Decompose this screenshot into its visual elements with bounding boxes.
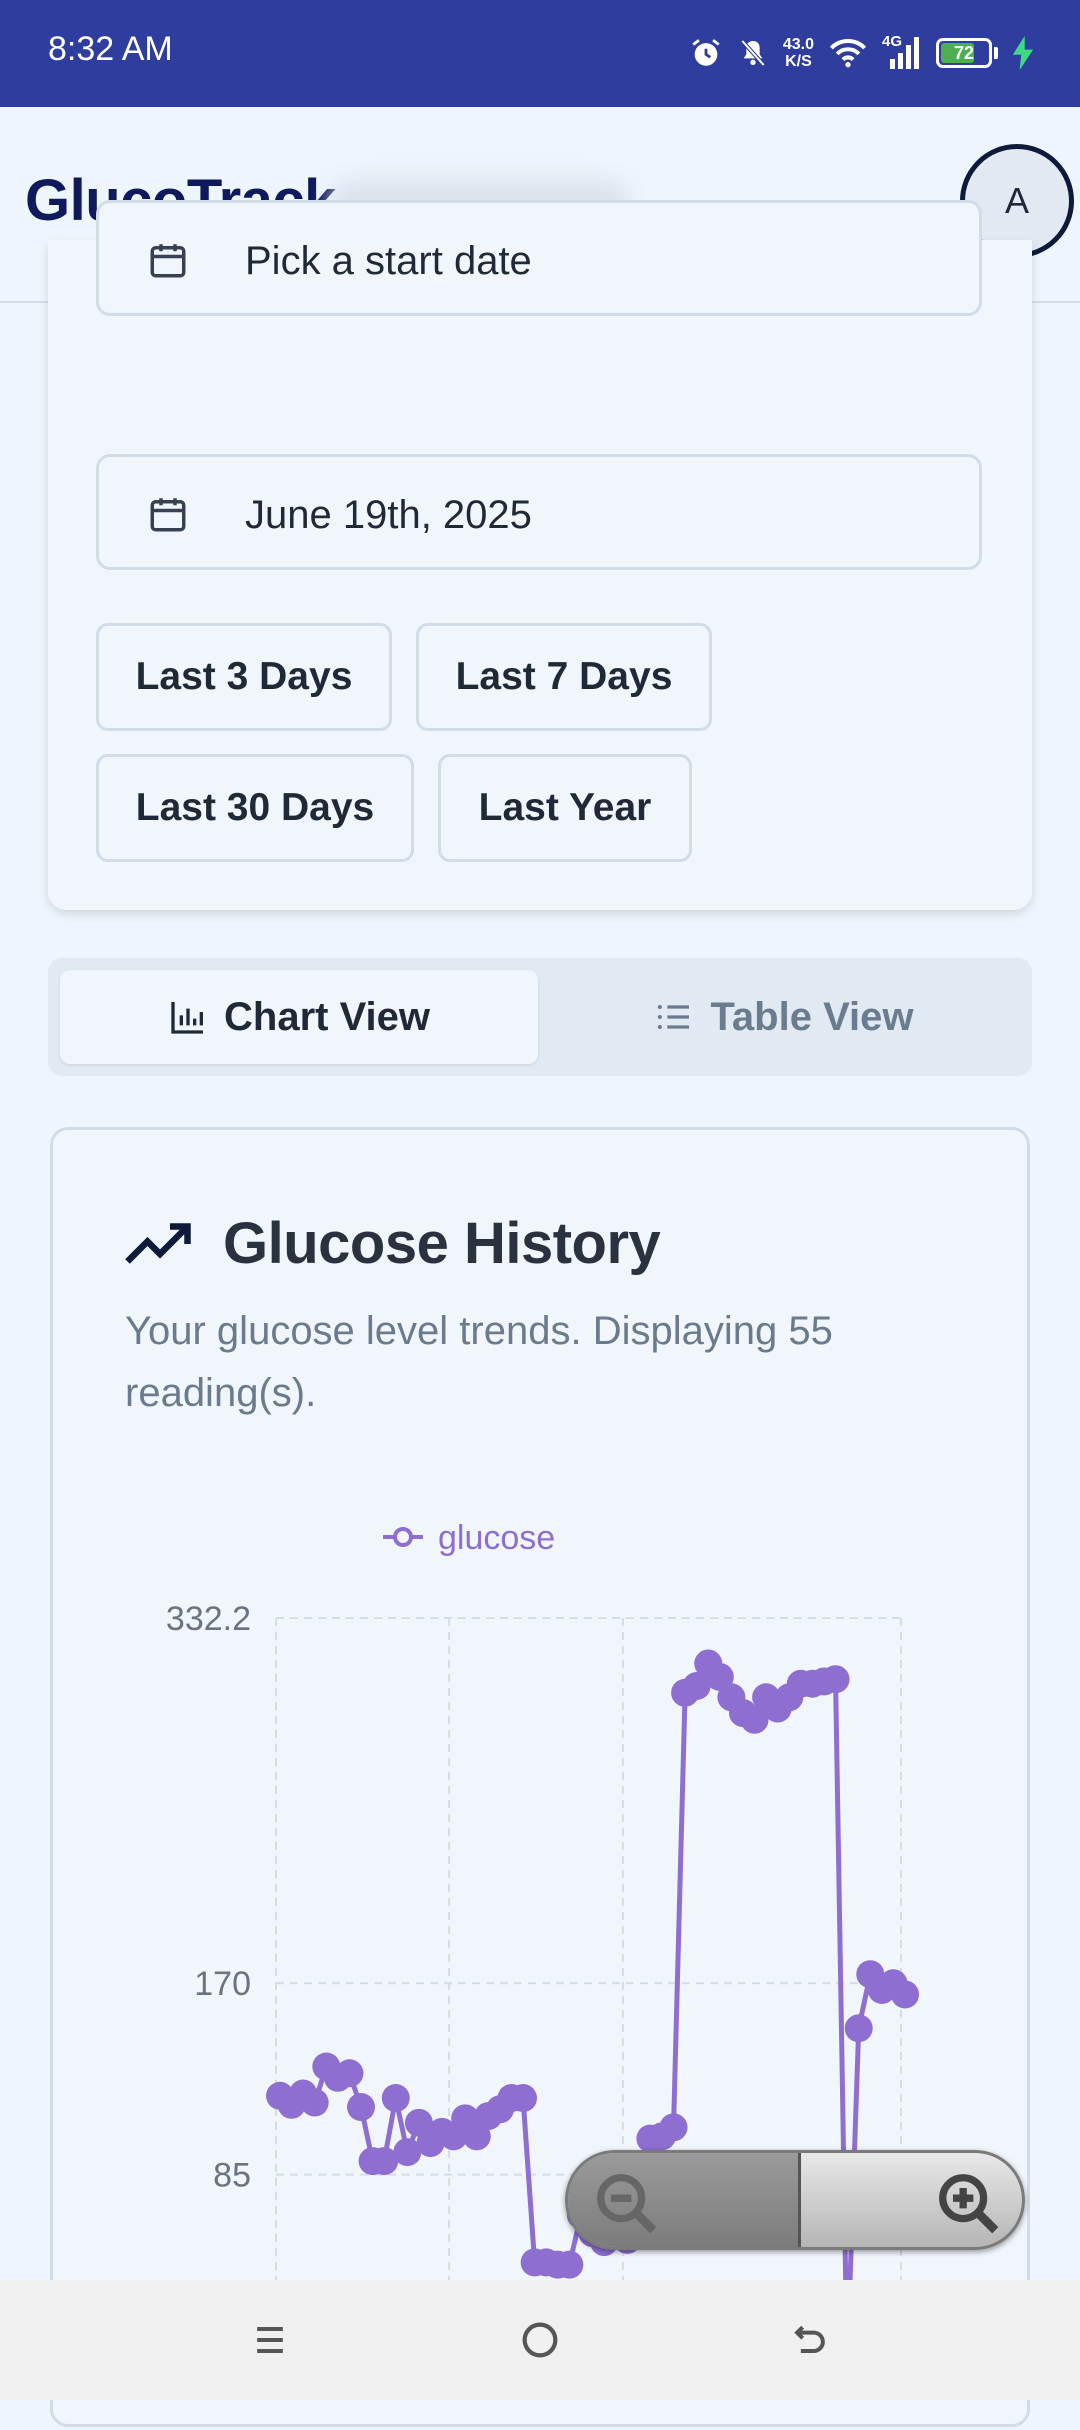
tab-table-label: Table View <box>710 994 914 1039</box>
data-point <box>509 2084 538 2113</box>
legend-label: glucose <box>438 1519 555 1557</box>
data-point <box>381 2084 410 2113</box>
net-speed-unit: K/S <box>785 53 812 70</box>
date-filter-card: Pick a start date June 19th, 2025 Last 3… <box>48 200 1032 910</box>
wifi-icon <box>829 39 867 68</box>
y-tick-label: 332.2 <box>166 1600 251 1638</box>
net-speed: 43.0 K/S <box>783 36 814 70</box>
home-icon[interactable] <box>510 2310 570 2370</box>
calendar-icon <box>150 244 186 278</box>
data-point <box>891 1980 919 2009</box>
data-point <box>659 2113 688 2142</box>
tab-chart-view[interactable]: Chart View <box>60 970 538 1064</box>
charging-icon <box>1012 36 1034 70</box>
y-tick-label: 85 <box>213 2157 251 2195</box>
data-point <box>555 2250 584 2279</box>
last-3-days-button[interactable]: Last 3 Days <box>96 623 392 731</box>
data-point <box>347 2093 376 2122</box>
start-date-placeholder: Pick a start date <box>245 239 532 283</box>
view-toggle: Chart View Table View <box>48 958 1032 1076</box>
data-point <box>844 2014 873 2043</box>
status-time: 8:32 AM <box>48 30 173 68</box>
alarm-icon <box>692 39 720 66</box>
zoom-control <box>565 2150 1025 2250</box>
y-tick-label: 170 <box>194 1965 251 2003</box>
data-point <box>821 1665 850 1694</box>
zoom-in-icon[interactable] <box>934 2169 1004 2239</box>
last-year-button[interactable]: Last Year <box>438 754 692 862</box>
tab-table-view[interactable]: Table View <box>548 970 1020 1064</box>
status-bar: 8:32 AM 43.0 K/S 4G 72 <box>0 0 1080 107</box>
signal-icon: 4G <box>882 33 922 73</box>
list-icon <box>658 1005 690 1029</box>
data-point <box>335 2059 364 2088</box>
menu-icon[interactable] <box>240 2310 300 2370</box>
end-date-value: June 19th, 2025 <box>245 493 532 537</box>
tab-chart-label: Chart View <box>224 994 430 1039</box>
zoom-out-icon[interactable] <box>592 2169 662 2239</box>
data-point <box>300 2088 329 2117</box>
battery-level: 72 <box>953 43 975 63</box>
battery-nub <box>994 47 998 59</box>
legend-marker <box>393 1527 413 1547</box>
end-date-picker[interactable]: June 19th, 2025 <box>96 454 982 570</box>
calendar-icon <box>150 498 186 532</box>
status-icons: 43.0 K/S 4G 72 <box>689 28 1034 78</box>
back-icon[interactable] <box>780 2310 840 2370</box>
glucose-series-line <box>278 1660 907 2369</box>
mute-icon <box>740 39 766 67</box>
bar-chart-icon <box>171 1002 203 1034</box>
net-speed-value: 43.0 <box>782 36 814 53</box>
battery-icon: 72 <box>936 38 992 68</box>
last-7-days-button[interactable]: Last 7 Days <box>416 623 712 731</box>
start-date-picker[interactable]: Pick a start date <box>96 200 982 316</box>
navigation-bar <box>0 2280 1080 2400</box>
last-30-days-button[interactable]: Last 30 Days <box>96 754 414 862</box>
